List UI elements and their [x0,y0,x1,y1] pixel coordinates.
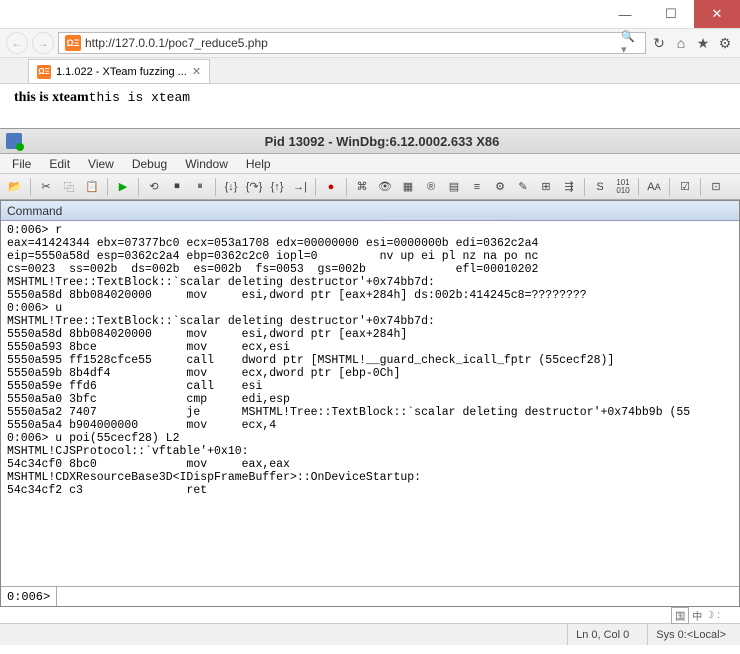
page-text-bold: this is xteam [14,90,89,105]
ime-badge-4[interactable]: : [717,610,720,621]
breakpoint-icon[interactable]: ● [320,177,342,197]
ime-badge-2[interactable]: 中 [692,608,702,623]
windbg-title: Pid 13092 - WinDbg:6.12.0002.633 X86 [30,134,734,149]
memory-window-icon[interactable]: ▤ [443,177,465,197]
command-prompt: 0:006> [1,587,57,606]
ime-badge-1[interactable]: 国 [671,607,689,624]
break-icon[interactable]: ⏸ [189,177,211,197]
disasm-window-icon[interactable]: ⚙ [489,177,511,197]
command-pane: Command 0:006> r eax=41424344 ebx=07377b… [0,200,740,607]
minimize-button[interactable]: — [602,0,648,28]
status-bar: Ln 0, Col 0 Sys 0:<Local> [0,623,740,645]
copy-icon[interactable]: ⿻ [58,177,80,197]
locals-window-icon[interactable]: ▦ [397,177,419,197]
forward-button[interactable]: → [32,32,54,54]
options-icon[interactable]: ☑ [674,177,696,197]
status-position: Ln 0, Col 0 [567,624,637,645]
windbg-icon [6,133,22,149]
binary-icon[interactable]: 101010 [612,177,634,197]
ime-indicator-row: 国 中 ☽ : [0,607,740,623]
maximize-button[interactable]: ☐ [648,0,694,28]
refresh-icon[interactable]: ↻ [650,34,668,52]
close-button[interactable]: ✕ [694,0,740,28]
tab-strip: ΩΞ 1.1.022 - XTeam fuzzing ... ✕ [0,58,740,84]
favorites-icon[interactable]: ★ [694,34,712,52]
scratch-window-icon[interactable]: ✎ [512,177,534,197]
paste-icon[interactable]: 📋 [81,177,103,197]
restart-icon[interactable]: ⟲ [143,177,165,197]
browser-title-bar: — ☐ ✕ [0,0,740,28]
font-icon[interactable]: AA [643,177,665,197]
page-text-mono: this is xteam [89,90,190,105]
menu-window[interactable]: Window [177,155,236,173]
url-text: http://127.0.0.1/poc7_reduce5.php [85,36,617,50]
command-output[interactable]: 0:006> r eax=41424344 ebx=07377bc0 ecx=0… [1,221,739,586]
step-out-icon[interactable]: {↑} [266,177,288,197]
step-over-icon[interactable]: {↷} [243,177,265,197]
browser-tab[interactable]: ΩΞ 1.1.022 - XTeam fuzzing ... ✕ [28,59,210,83]
address-bar[interactable]: ΩΞ http://127.0.0.1/poc7_reduce5.php 🔍▾ [58,32,646,54]
tab-xampp-icon: ΩΞ [37,65,51,79]
windbg-toolbar: 📂 ✂ ⿻ 📋 ▶ ⟲ ⏹ ⏸ {↓} {↷} {↑} →| ● ⌘ 👁 ▦ ®… [0,174,740,200]
menu-help[interactable]: Help [238,155,279,173]
menu-file[interactable]: File [4,155,39,173]
browser-page-content: this is xteamthis is xteam [0,84,740,128]
windbg-title-bar: Pid 13092 - WinDbg:6.12.0002.633 X86 [0,128,740,154]
command-window-icon[interactable]: ⌘ [351,177,373,197]
processes-window-icon[interactable]: ⊞ [535,177,557,197]
run-to-cursor-icon[interactable]: →| [289,177,311,197]
step-into-icon[interactable]: {↓} [220,177,242,197]
window-arrange-icon[interactable]: ⊡ [705,177,727,197]
tab-close-icon[interactable]: ✕ [192,65,201,78]
settings-icon[interactable]: ⚙ [716,34,734,52]
go-icon[interactable]: ▶ [112,177,134,197]
open-icon[interactable]: 📂 [4,177,26,197]
stop-icon[interactable]: ⏹ [166,177,188,197]
callstack-window-icon[interactable]: ≡ [466,177,488,197]
command-input-row: 0:006> [1,586,739,606]
command-input[interactable] [57,587,739,606]
search-dropdown-icon[interactable]: 🔍▾ [621,34,639,52]
menu-view[interactable]: View [80,155,122,173]
ime-badge-3[interactable]: ☽ [705,610,714,621]
command-pane-title: Command [1,201,739,221]
source-mode-icon[interactable]: S [589,177,611,197]
xampp-icon: ΩΞ [65,35,81,51]
watch-window-icon[interactable]: 👁 [374,177,396,197]
home-icon[interactable]: ⌂ [672,34,690,52]
menu-edit[interactable]: Edit [41,155,78,173]
back-button[interactable]: ← [6,32,28,54]
status-sys: Sys 0:<Local> [647,624,734,645]
browser-toolbar: ← → ΩΞ http://127.0.0.1/poc7_reduce5.php… [0,28,740,58]
menu-bar: File Edit View Debug Window Help [0,154,740,174]
threads-window-icon[interactable]: ⇶ [558,177,580,197]
menu-debug[interactable]: Debug [124,155,175,173]
tab-title: 1.1.022 - XTeam fuzzing ... [56,66,187,78]
cut-icon[interactable]: ✂ [35,177,57,197]
registers-window-icon[interactable]: ® [420,177,442,197]
